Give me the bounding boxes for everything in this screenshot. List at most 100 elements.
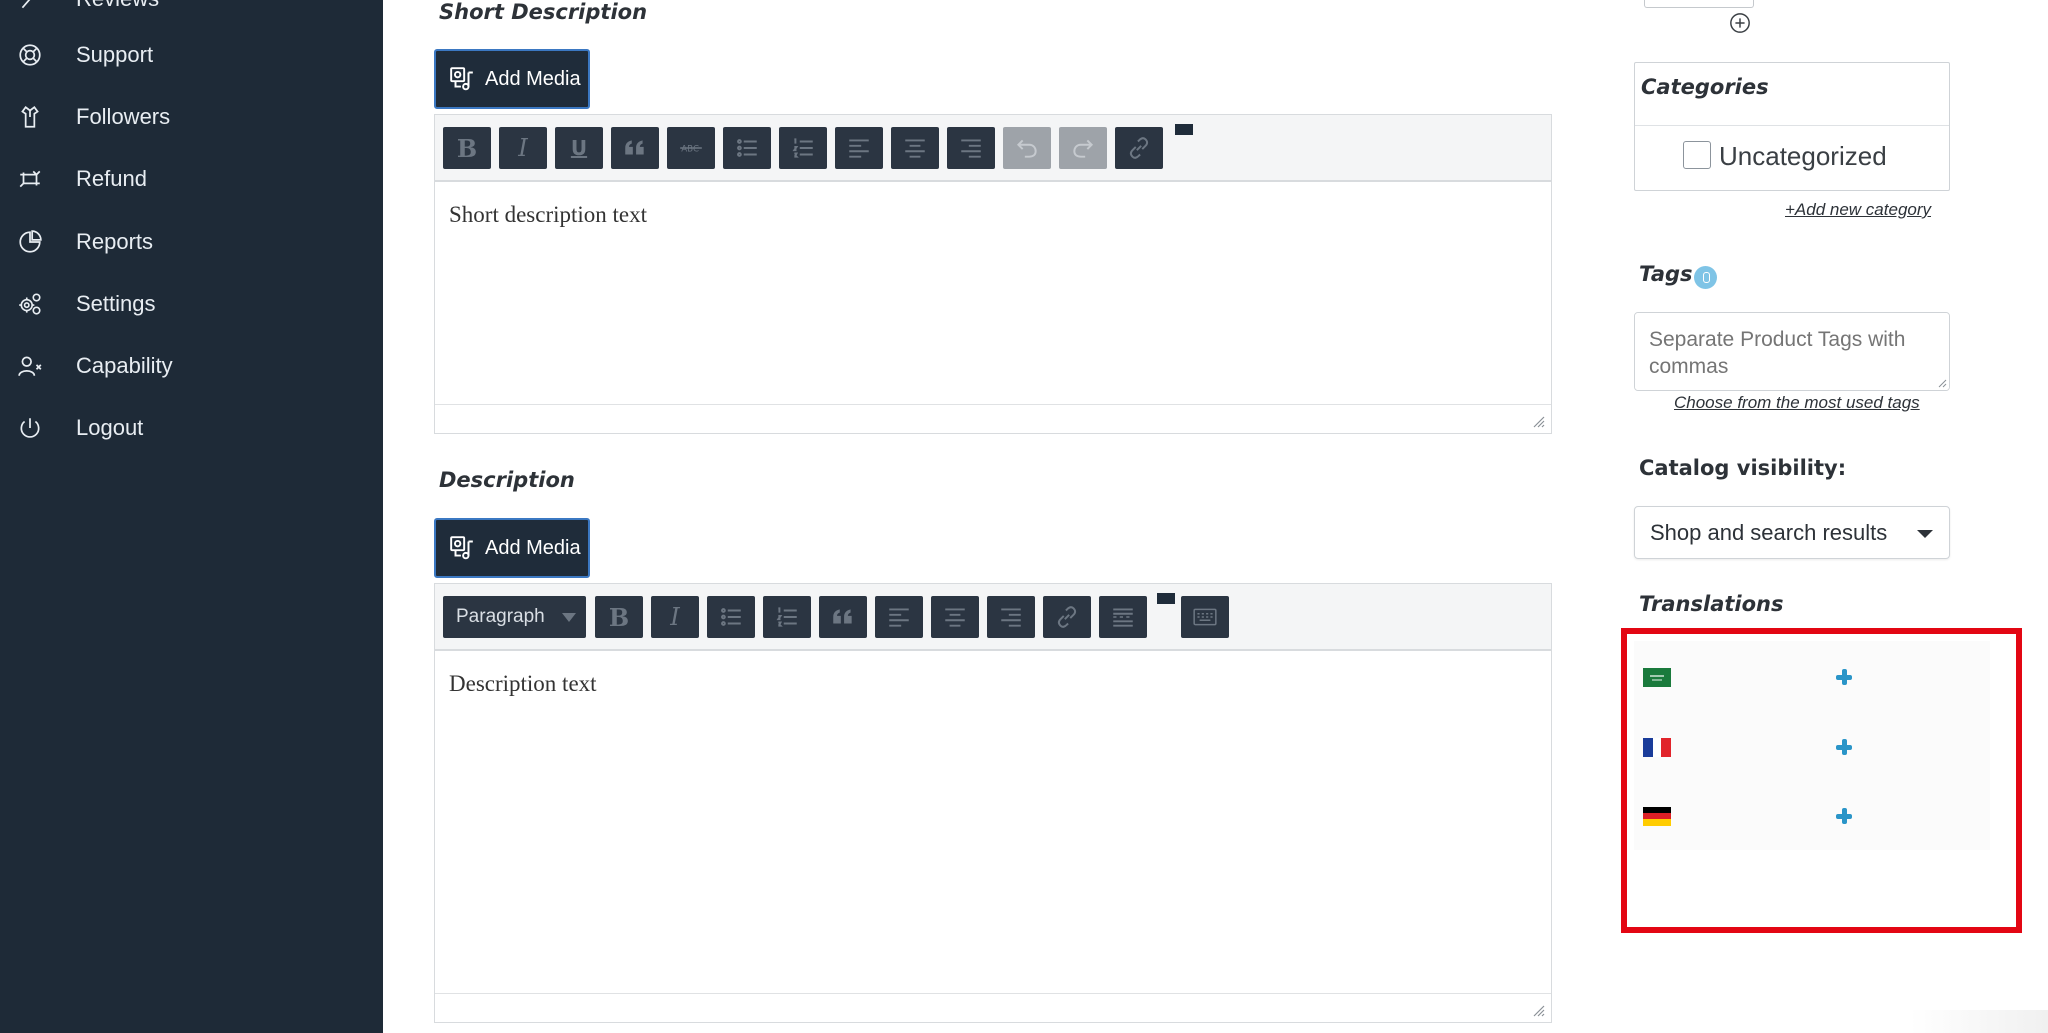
sidebar-item-followers[interactable]: Followers	[0, 92, 383, 142]
description-toolbar: Paragraph B I	[435, 584, 1551, 651]
add-new-category-link[interactable]: +Add new category	[1785, 200, 1931, 220]
partial-input-field[interactable]	[1644, 0, 1754, 8]
short-description-status-bar	[435, 404, 1551, 433]
gears-icon	[16, 290, 44, 318]
align-right-button[interactable]	[987, 596, 1035, 638]
add-media-label: Add Media	[485, 67, 581, 90]
read-more-icon	[1113, 608, 1133, 627]
description-add-media-button[interactable]: Add Media	[434, 518, 590, 578]
strikethrough-icon: ABC	[680, 144, 702, 154]
link-button[interactable]	[1115, 127, 1163, 169]
bold-button[interactable]: B	[595, 596, 643, 638]
user-x-icon	[16, 352, 44, 380]
italic-button[interactable]: I	[651, 596, 699, 638]
blockquote-button[interactable]	[819, 596, 867, 638]
align-left-icon	[889, 608, 909, 627]
blockquote-icon	[625, 140, 644, 155]
sidebar-item-capability[interactable]: Capability	[0, 341, 383, 391]
followers-icon	[16, 103, 44, 131]
strikethrough-button[interactable]: ABC	[667, 127, 715, 169]
read-more-button[interactable]	[1099, 596, 1147, 638]
redo-icon	[1073, 139, 1094, 158]
catalog-visibility-title: Catalog visibility:	[1639, 456, 1847, 480]
sidebar-item-label: Followers	[76, 104, 171, 129]
categories-header: Categories	[1635, 63, 1949, 126]
short-description-content[interactable]: Short description text	[435, 184, 1551, 404]
bold-button[interactable]: B	[443, 127, 491, 169]
lifebuoy-icon	[16, 41, 44, 69]
keyboard-icon	[1193, 608, 1217, 626]
sidebar-item-reviews[interactable]: Reviews	[0, 0, 383, 24]
bulleted-list-button[interactable]	[707, 596, 755, 638]
numbered-list-icon	[792, 138, 813, 158]
resize-handle-icon[interactable]	[1937, 378, 1947, 388]
resize-handle-icon[interactable]	[1531, 1003, 1545, 1017]
align-left-button[interactable]	[875, 596, 923, 638]
blockquote-button[interactable]	[611, 127, 659, 169]
align-right-icon	[961, 139, 981, 158]
resize-handle-icon[interactable]	[1531, 414, 1545, 428]
align-right-button[interactable]	[947, 127, 995, 169]
bold-icon: B	[456, 133, 478, 163]
bold-icon: B	[608, 602, 630, 632]
tags-title: Tags	[1639, 262, 1693, 286]
description-content[interactable]: Description text	[435, 653, 1551, 993]
bulleted-list-icon	[737, 139, 757, 157]
redo-button[interactable]	[1059, 127, 1107, 169]
most-used-tags-link[interactable]: Choose from the most used tags	[1674, 393, 1920, 413]
italic-icon: I	[518, 134, 528, 162]
format-select[interactable]: Paragraph	[443, 596, 586, 638]
sidebar-item-refund[interactable]: Refund	[0, 154, 383, 204]
catalog-visibility-value: Shop and search results	[1650, 519, 1888, 545]
info-icon[interactable]	[1694, 266, 1717, 289]
sidebar-item-label: Capability	[76, 353, 173, 378]
sidebar-item-label: Settings	[76, 291, 156, 316]
sidebar-item-logout[interactable]: Logout	[0, 403, 383, 453]
short-description-editor: B I U ABC Short description text	[434, 114, 1552, 434]
toolbar-marker-icon	[1157, 593, 1175, 604]
sidebar-item-settings[interactable]: Settings	[0, 279, 383, 329]
add-circle-icon[interactable]	[1729, 12, 1751, 34]
align-right-icon	[1001, 608, 1021, 627]
categories-box: Categories Uncategorized	[1634, 62, 1950, 191]
add-media-icon	[450, 536, 473, 560]
catalog-visibility-select[interactable]: Shop and search results	[1634, 506, 1950, 559]
chevron-down-icon	[1917, 530, 1933, 538]
sidebar-item-label: Reports	[76, 229, 154, 254]
refund-icon	[16, 165, 44, 193]
bulleted-list-button[interactable]	[723, 127, 771, 169]
short-description-toolbar: B I U ABC	[435, 115, 1551, 182]
power-icon	[16, 414, 44, 442]
align-center-icon	[945, 608, 965, 627]
align-center-button[interactable]	[891, 127, 939, 169]
undo-icon	[1016, 139, 1037, 158]
align-center-icon	[905, 139, 925, 158]
format-select-value: Paragraph	[456, 606, 545, 627]
category-checkbox-uncategorized[interactable]	[1683, 141, 1711, 169]
tags-input[interactable]	[1634, 312, 1950, 391]
toolbar-toggle-icon[interactable]	[1175, 124, 1193, 135]
sidebar-item-label: Logout	[76, 415, 144, 440]
review-icon	[16, 0, 44, 13]
bottom-shadow	[1910, 1010, 2048, 1033]
italic-button[interactable]: I	[499, 127, 547, 169]
numbered-list-icon	[776, 607, 797, 627]
underline-button[interactable]: U	[555, 127, 603, 169]
link-icon	[1057, 606, 1077, 628]
numbered-list-button[interactable]	[763, 596, 811, 638]
svg-text:ABC: ABC	[681, 144, 699, 154]
sidebar-item-label: Support	[76, 42, 154, 67]
undo-button[interactable]	[1003, 127, 1051, 169]
translations-highlight-box	[1621, 628, 2022, 933]
short-description-add-media-button[interactable]: Add Media	[434, 49, 590, 109]
categories-title: Categories	[1641, 75, 1769, 99]
align-center-button[interactable]	[931, 596, 979, 638]
numbered-list-button[interactable]	[779, 127, 827, 169]
link-button[interactable]	[1043, 596, 1091, 638]
description-editor: Paragraph B I Description text	[434, 583, 1552, 1023]
sidebar-item-support[interactable]: Support	[0, 30, 383, 80]
sidebar-item-reports[interactable]: Reports	[0, 217, 383, 267]
description-title: Description	[439, 468, 575, 492]
align-left-button[interactable]	[835, 127, 883, 169]
toolbar-toggle-button[interactable]	[1181, 596, 1229, 638]
